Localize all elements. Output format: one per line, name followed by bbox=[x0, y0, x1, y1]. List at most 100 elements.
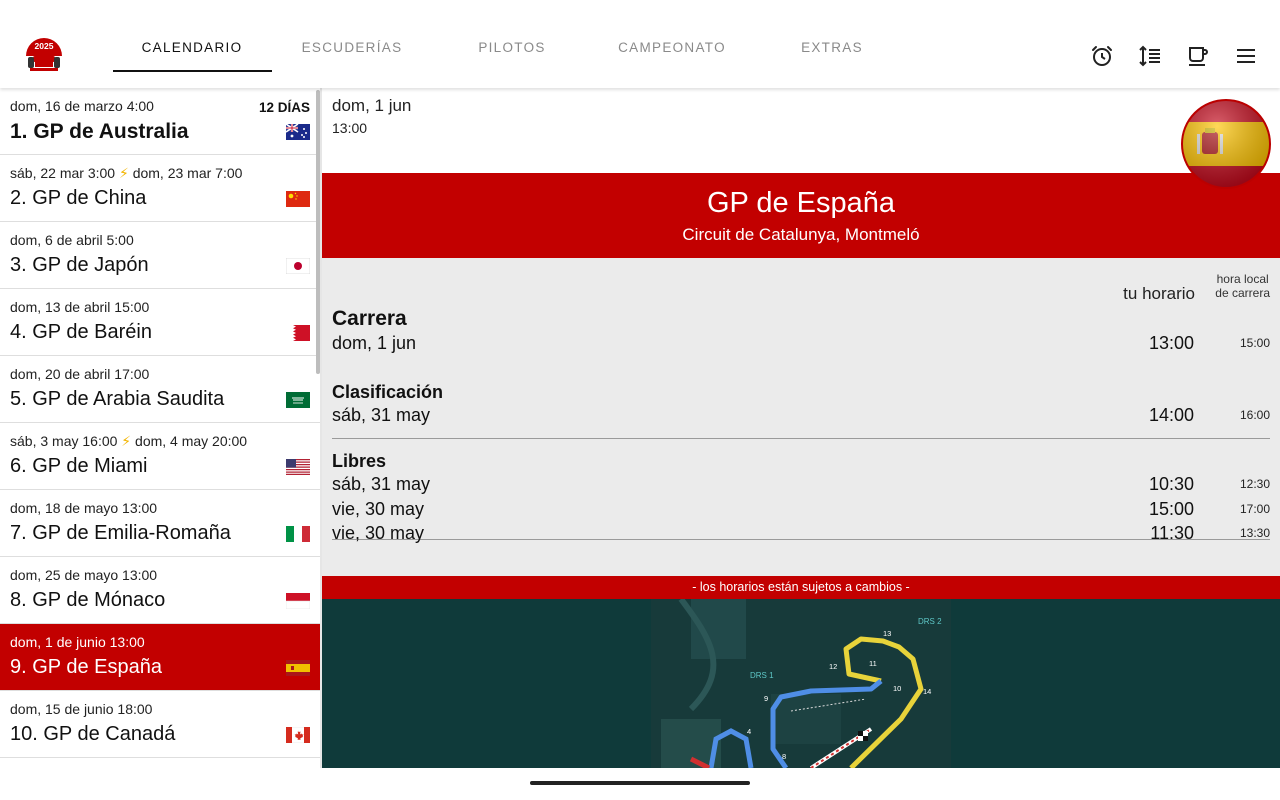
bahrain-flag-icon bbox=[286, 325, 310, 341]
session-day: sáb, 31 may bbox=[332, 474, 431, 494]
logo-year: 2025 bbox=[35, 41, 54, 51]
saudi-arabia-flag-icon bbox=[286, 392, 310, 408]
session-local-time: 12:30 bbox=[1239, 477, 1270, 491]
session-day: vie, 30 may bbox=[332, 523, 425, 543]
circuit-map-area: DRS 1 DRS 2 4 8 9 10 11 12 13 14 bbox=[322, 599, 1280, 768]
tab-pilotos[interactable]: PILOTOS bbox=[432, 26, 592, 72]
race-detail-panel: dom, 1 jun 13:00 GP de España Circuit de… bbox=[322, 88, 1280, 768]
sprint-bolt-icon: ⚡ bbox=[118, 165, 129, 181]
australia-flag-icon bbox=[286, 124, 310, 140]
race-name: 9. GP de España bbox=[10, 656, 162, 678]
map-turn-label: 12 bbox=[829, 662, 837, 671]
tab-extras[interactable]: EXTRAS bbox=[752, 26, 912, 72]
session-qualifying: Clasificación sáb, 31 may 14:00 16:00 bbox=[332, 382, 1270, 428]
detail-date: dom, 1 jun bbox=[332, 96, 412, 115]
main-tabs: CALENDARIO ESCUDERÍAS PILOTOS CAMPEONATO… bbox=[112, 26, 912, 72]
session-name: Clasificación bbox=[332, 382, 444, 402]
race-item-monaco[interactable]: dom, 25 de mayo 13:00 8. GP de Mónaco bbox=[0, 557, 320, 624]
session-day: dom, 1 jun bbox=[332, 333, 417, 353]
race-item-australia[interactable]: dom, 16 de marzo 4:00 1. GP de Australia… bbox=[0, 88, 320, 155]
gesture-home-bar[interactable] bbox=[530, 781, 750, 785]
session-row: sáb, 31 may 14:00 16:00 bbox=[332, 403, 1270, 428]
race-name: 5. GP de Arabia Saudita bbox=[10, 388, 225, 410]
sidebar-scrollbar[interactable] bbox=[316, 90, 320, 374]
session-your-time: 14:00 bbox=[1148, 405, 1194, 425]
detail-header: dom, 1 jun 13:00 bbox=[322, 88, 1280, 189]
usa-flag-icon bbox=[286, 459, 310, 475]
race-item-emilia-romagna[interactable]: dom, 18 de mayo 13:00 7. GP de Emilia-Ro… bbox=[0, 490, 320, 557]
session-your-time: 10:30 bbox=[1148, 474, 1194, 494]
race-date: dom, 15 de junio 18:00 bbox=[10, 701, 153, 717]
race-item-bahrain[interactable]: dom, 13 de abril 15:00 4. GP de Baréin bbox=[0, 289, 320, 356]
race-date: dom, 18 de mayo 13:00 bbox=[10, 500, 158, 516]
race-item-saudi-arabia[interactable]: dom, 20 de abril 17:00 5. GP de Arabia S… bbox=[0, 356, 320, 423]
race-date: dom, 13 de abril 15:00 bbox=[10, 299, 150, 315]
spain-flag-icon bbox=[286, 660, 310, 676]
race-date: dom, 6 de abril 5:00 bbox=[10, 232, 134, 248]
race-item-canada[interactable]: dom, 15 de junio 18:00 10. GP de Canadá bbox=[0, 691, 320, 758]
top-app-bar: 2025 CALENDARIO ESCUDERÍAS PILOTOS CAMPE… bbox=[0, 0, 1280, 88]
sprint-date: sáb, 22 mar 3:00 bbox=[10, 165, 116, 181]
race-name: 7. GP de Emilia-Romaña bbox=[10, 522, 231, 544]
session-race: Carrera dom, 1 jun 13:00 15:00 bbox=[332, 307, 1270, 356]
session-row: dom, 1 jun 13:00 15:00 bbox=[332, 331, 1270, 356]
session-name: Carrera bbox=[332, 307, 407, 330]
race-name: 6. GP de Miami bbox=[10, 455, 148, 477]
alarm-icon[interactable] bbox=[1090, 44, 1114, 68]
local-header-line1: hora local bbox=[1216, 272, 1269, 286]
race-date: sáb, 3 may 16:00 ⚡ dom, 4 may 20:00 bbox=[10, 433, 310, 451]
race-name: 8. GP de Mónaco bbox=[10, 589, 166, 611]
session-day: sáb, 31 may bbox=[332, 405, 431, 425]
map-turn-label: 4 bbox=[747, 727, 751, 736]
race-calendar-list[interactable]: dom, 16 de marzo 4:00 1. GP de Australia… bbox=[0, 88, 320, 768]
race-date: dom, 1 de junio 13:00 bbox=[10, 634, 145, 650]
local-header-line2: de carrera bbox=[1215, 286, 1270, 300]
race-item-china[interactable]: sáb, 22 mar 3:00 ⚡ dom, 23 mar 7:00 2. G… bbox=[0, 155, 320, 222]
italy-flag-icon bbox=[286, 526, 310, 542]
tab-escuderias[interactable]: ESCUDERÍAS bbox=[272, 26, 432, 72]
session-schedule: tu horario hora local de carrera Carrera… bbox=[322, 258, 1280, 576]
column-header-local-time: hora local de carrera bbox=[1215, 272, 1270, 300]
race-name: 4. GP de Baréin bbox=[10, 321, 152, 343]
session-row: vie, 30 may 11:30 13:30 bbox=[332, 521, 1270, 546]
tab-calendario[interactable]: CALENDARIO bbox=[112, 26, 272, 72]
race-date-main: dom, 4 may 20:00 bbox=[135, 433, 248, 449]
race-name: 3. GP de Japón bbox=[10, 254, 149, 276]
session-local-time: 16:00 bbox=[1239, 408, 1270, 422]
schedule-disclaimer: - los horarios están sujetos a cambios - bbox=[322, 576, 1280, 599]
race-date: dom, 25 de mayo 13:00 bbox=[10, 567, 158, 583]
session-local-time: 13:30 bbox=[1239, 526, 1270, 540]
grand-prix-banner: GP de España Circuit de Catalunya, Montm… bbox=[322, 173, 1280, 258]
map-turn-label: 13 bbox=[883, 629, 891, 638]
circuit-name: Circuit de Catalunya, Montmeló bbox=[682, 225, 920, 244]
race-date: dom, 20 de abril 17:00 bbox=[10, 366, 150, 382]
map-turn-label: 11 bbox=[869, 659, 877, 668]
map-turn-label: 14 bbox=[923, 687, 931, 696]
race-date-main: dom, 23 mar 7:00 bbox=[132, 165, 243, 181]
menu-icon[interactable] bbox=[1234, 44, 1258, 68]
circuit-map-image[interactable]: DRS 1 DRS 2 4 8 9 10 11 12 13 14 bbox=[651, 599, 951, 768]
coffee-cup-icon[interactable] bbox=[1186, 44, 1210, 68]
japan-flag-icon bbox=[286, 258, 310, 274]
race-item-spain[interactable]: dom, 1 de junio 13:00 9. GP de España bbox=[0, 624, 320, 691]
session-name: Libres bbox=[332, 451, 387, 471]
sort-lines-icon[interactable] bbox=[1138, 44, 1162, 68]
map-label-drs2: DRS 2 bbox=[918, 617, 942, 626]
race-name: 1. GP de Australia bbox=[10, 120, 189, 143]
map-turn-label: 8 bbox=[782, 752, 786, 761]
toolbar-actions bbox=[1090, 44, 1258, 68]
app-logo[interactable]: 2025 bbox=[24, 34, 64, 74]
tab-campeonato[interactable]: CAMPEONATO bbox=[592, 26, 752, 72]
divider bbox=[332, 438, 1270, 439]
grand-prix-title: GP de España bbox=[706, 187, 896, 219]
race-item-japan[interactable]: dom, 6 de abril 5:00 3. GP de Japón bbox=[0, 222, 320, 289]
race-name: 10. GP de Canadá bbox=[10, 723, 176, 745]
session-local-time: 17:00 bbox=[1239, 501, 1270, 516]
sprint-bolt-icon: ⚡ bbox=[121, 433, 132, 449]
canada-flag-icon bbox=[286, 727, 310, 743]
session-row: vie, 30 may 15:00 17:00 bbox=[332, 497, 1270, 522]
session-local-time: 15:00 bbox=[1239, 336, 1270, 350]
session-row: sáb, 31 may 10:30 12:30 bbox=[332, 472, 1270, 497]
detail-time: 13:00 bbox=[332, 120, 368, 136]
race-item-miami[interactable]: sáb, 3 may 16:00 ⚡ dom, 4 may 20:00 6. G… bbox=[0, 423, 320, 490]
